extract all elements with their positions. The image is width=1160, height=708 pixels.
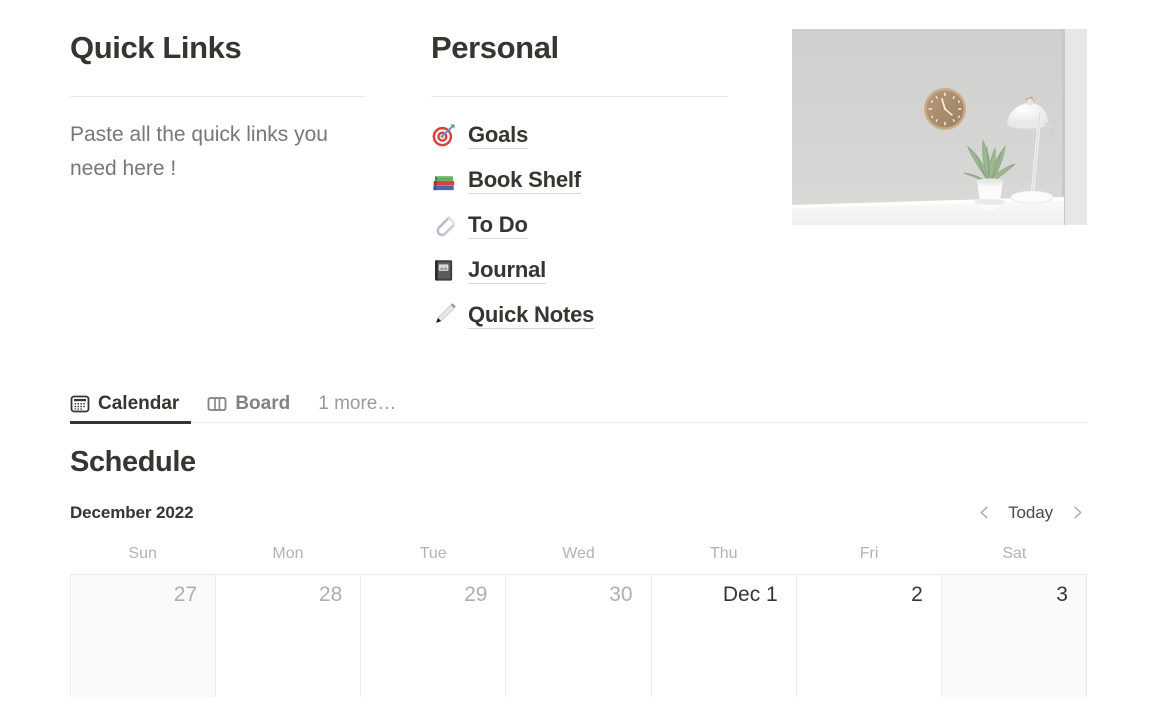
- personal-link-label: Quick Notes: [468, 302, 594, 329]
- dart-target-icon: [431, 122, 457, 148]
- calendar-day-cell[interactable]: 27: [71, 574, 217, 697]
- personal-link-label: To Do: [468, 212, 528, 239]
- personal-link-list: Goals Book Shelf To Do Journal Quick Not…: [431, 113, 728, 338]
- calendar-day-cell[interactable]: 29: [361, 574, 507, 697]
- books-icon: [431, 167, 457, 193]
- tab-label: Calendar: [98, 393, 180, 414]
- tab-calendar[interactable]: Calendar: [70, 385, 195, 424]
- view-tabs-bar: Calendar Board 1 more…: [70, 385, 1087, 424]
- schedule-title: Schedule: [70, 446, 196, 478]
- weekday-label: Wed: [562, 544, 595, 562]
- quick-links-title: Quick Links: [70, 30, 242, 65]
- tabs-more-button[interactable]: 1 more…: [302, 394, 396, 413]
- calendar-day-number: 28: [318, 582, 343, 606]
- tab-label: Board: [235, 393, 291, 414]
- view-tabs: Calendar Board 1 more…: [70, 385, 1087, 424]
- interior-photo-illustration: [792, 29, 1087, 225]
- calendar-day-cell[interactable]: Dec 1: [651, 574, 797, 697]
- weekday-label: Fri: [859, 544, 879, 562]
- personal-link-label: Journal: [468, 257, 546, 284]
- calendar-icon: [70, 394, 90, 414]
- board-columns-icon: [207, 394, 227, 414]
- personal-link-to-do[interactable]: To Do: [431, 203, 728, 248]
- weekday-label: Mon: [272, 544, 304, 562]
- calendar-weekday-header: Sun Mon Tue Wed Thu Fri Sat: [70, 541, 1087, 566]
- personal-link-quick-notes[interactable]: Quick Notes: [431, 293, 728, 338]
- personal-column: Personal Goals Book Shelf To Do Journal …: [431, 29, 728, 354]
- calendar-day-number: Dec 1: [722, 582, 778, 606]
- calendar-day-cell[interactable]: 30: [506, 574, 652, 697]
- calendar-header: December 2022 Today: [70, 501, 1087, 525]
- quick-links-description: Paste all the quick links you need here …: [70, 122, 328, 180]
- calendar-navigation: Today: [974, 502, 1087, 524]
- personal-divider: [431, 95, 728, 97]
- personal-link-label: Book Shelf: [468, 167, 581, 194]
- calendar-day-cell[interactable]: 2: [796, 574, 942, 697]
- personal-link-label: Goals: [468, 122, 528, 149]
- weekday-label: Tue: [419, 544, 447, 562]
- quick-links-divider: [70, 95, 366, 97]
- calendar-grid: 27 28 29 30 Dec 1 2 3: [70, 573, 1087, 697]
- weekday-label: Thu: [709, 544, 738, 562]
- schedule-section: Schedule December 2022 Today Sun Mon Tue…: [70, 444, 1087, 697]
- calendar-day-number: 30: [609, 582, 633, 606]
- today-button[interactable]: Today: [1008, 503, 1053, 523]
- personal-title: Personal: [431, 30, 559, 65]
- dashboard-page: Quick Links Paste all the quick links yo…: [0, 0, 1160, 708]
- cover-photo: [792, 29, 1087, 225]
- personal-link-journal[interactable]: Journal: [431, 248, 728, 293]
- chevron-right-icon[interactable]: [1067, 502, 1087, 524]
- wall-clock: [924, 88, 966, 130]
- calendar-month-label: December 2022: [70, 502, 194, 522]
- chevron-left-icon[interactable]: [974, 502, 994, 524]
- calendar-day-number: 2: [911, 582, 923, 606]
- weekday-label: Sat: [1002, 544, 1027, 562]
- calendar-day-number: 27: [173, 582, 198, 606]
- tab-board[interactable]: Board: [195, 385, 302, 423]
- calendar-day-number: 29: [464, 582, 488, 606]
- personal-link-goals[interactable]: Goals: [431, 113, 728, 158]
- quick-links-column: Quick Links Paste all the quick links yo…: [70, 29, 366, 186]
- paperclip-icon: [431, 212, 457, 238]
- calendar-day-cell[interactable]: 3: [941, 574, 1087, 697]
- notebook-icon: [431, 257, 457, 283]
- personal-link-book-shelf[interactable]: Book Shelf: [431, 158, 728, 203]
- calendar-day-cell[interactable]: 28: [216, 574, 362, 697]
- weekday-label: Sun: [128, 544, 157, 562]
- calendar-day-number: 3: [1056, 582, 1068, 606]
- pen-icon: [431, 302, 457, 328]
